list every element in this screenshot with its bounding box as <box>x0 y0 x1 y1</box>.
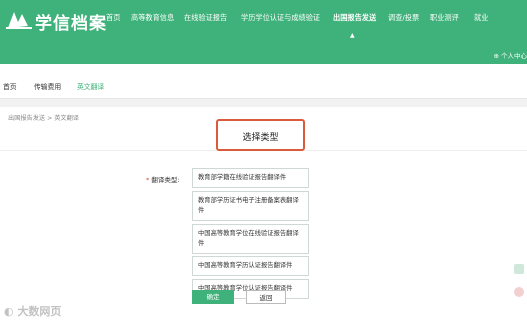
nav-item-higher-education[interactable]: 高等教育信息 <box>131 13 174 23</box>
subnav-item-fees[interactable]: 传输费用 <box>34 81 61 91</box>
back-button[interactable]: 返回 <box>246 290 286 304</box>
confirm-button[interactable]: 确定 <box>192 290 234 304</box>
page-title: 选择类型 <box>242 133 279 143</box>
subnav-item-home[interactable]: 首页 <box>3 81 17 91</box>
user-icon: ⊕ <box>493 52 501 60</box>
form-label: * 翻译类型: <box>146 174 180 184</box>
nav-item-survey[interactable]: 调查/投票 <box>388 13 419 23</box>
breadcrumb: 出国报告发送 > 英文翻译 <box>8 115 79 122</box>
nav-item-home[interactable]: 首页 <box>106 13 120 23</box>
side-tool-icon[interactable] <box>513 262 525 302</box>
option-xueli-record[interactable]: 教育部学历证书电子注册备案表翻译件 <box>192 191 309 221</box>
nav-item-career-test[interactable]: 职业测评 <box>430 13 459 23</box>
top-header: 学信档案 首页 高等教育信息 在线验证报告 学历学位认证与成绩验证 出国报告发送… <box>0 0 527 64</box>
option-degree-verification[interactable]: 中国高等教育学位在线验证报告翻译件 <box>192 224 309 254</box>
nav-item-abroad-report[interactable]: 出国报告发送 <box>333 13 376 23</box>
nav-item-employment[interactable]: 就业 <box>474 13 488 23</box>
active-caret-icon: ▲ <box>350 32 355 39</box>
watermark-text: 大数网页 <box>17 305 62 318</box>
option-xueli-certification[interactable]: 中国高等教育学历认证报告翻译件 <box>192 256 309 276</box>
section-gap <box>0 99 527 107</box>
user-center-link[interactable]: ⊕ 个人中心 <box>493 50 527 60</box>
form-label-text: 翻译类型: <box>151 176 180 184</box>
required-mark: * <box>146 176 150 184</box>
sub-nav: 首页 传输费用 英文翻译 <box>0 64 527 99</box>
side-toolbar <box>513 262 525 306</box>
user-center-label: 个人中心 <box>501 52 527 60</box>
option-xueji-report[interactable]: 教育部学籍在线验证报告翻译件 <box>192 168 309 188</box>
subnav-item-translation[interactable]: 英文翻译 <box>77 81 104 91</box>
watermark-icon: ◐ <box>4 305 18 318</box>
main-nav: 首页 高等教育信息 在线验证报告 学历学位认证与成绩验证 出国报告发送 调查/投… <box>0 0 527 40</box>
watermark: ◐ 大数网页 <box>4 303 61 319</box>
highlight-box: 选择类型 <box>216 119 305 151</box>
nav-item-online-verification[interactable]: 在线验证报告 <box>184 13 227 23</box>
nav-item-degree-certification[interactable]: 学历学位认证与成绩验证 <box>241 13 320 23</box>
